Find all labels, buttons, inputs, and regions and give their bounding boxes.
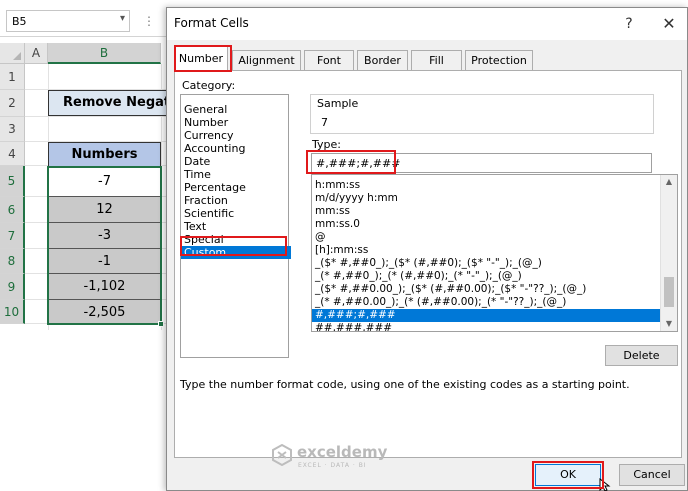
row-header-2[interactable]: 2 <box>0 90 25 117</box>
delete-button[interactable]: Delete <box>605 345 678 366</box>
mouse-cursor-icon <box>599 478 611 491</box>
category-item[interactable]: Number <box>181 116 291 129</box>
more-options-icon[interactable]: ⋮ <box>143 14 156 28</box>
category-item[interactable]: General <box>181 103 291 116</box>
category-item[interactable]: Special <box>181 233 291 246</box>
format-code-item[interactable]: h:mm:ss <box>312 179 663 192</box>
number-cell[interactable]: -3 <box>48 223 161 249</box>
row-header-5[interactable]: 5 <box>0 166 25 197</box>
category-label: Category: <box>182 79 236 92</box>
format-code-list[interactable]: h:mm:ss m/d/yyyy h:mm mm:ss mm:ss.0 @ [h]:mm:… <box>311 174 678 332</box>
category-item[interactable]: Date <box>181 155 291 168</box>
number-cell[interactable]: -1,102 <box>48 274 161 300</box>
watermark-tagline: EXCEL · DATA · BI <box>298 462 367 469</box>
format-code-item[interactable]: _(* #,##0.00_);_(* (#,##0.00);_(* "-"??_… <box>312 296 663 309</box>
tab-font[interactable]: Font <box>304 50 354 70</box>
fill-handle[interactable] <box>158 321 164 327</box>
tab-border[interactable]: Border <box>357 50 408 70</box>
type-input[interactable] <box>311 153 652 173</box>
row-header-1[interactable]: 1 <box>0 64 25 90</box>
tab-protection[interactable]: Protection <box>465 50 533 70</box>
type-label: Type: <box>312 138 341 151</box>
sample-value: 7 <box>321 116 328 129</box>
number-cell[interactable]: -7 <box>48 167 161 197</box>
format-list-scrollbar[interactable]: ▲ ▼ <box>660 175 677 331</box>
format-cells-dialog: Format Cells ? ✕ Number Alignment Font B… <box>166 7 688 491</box>
row-header-4[interactable]: 4 <box>0 142 25 166</box>
tab-fill[interactable]: Fill <box>411 50 462 70</box>
title-cell[interactable]: Remove Negative Sign <box>48 90 166 116</box>
category-item[interactable]: Fraction <box>181 194 291 207</box>
row-header-7[interactable]: 7 <box>0 223 25 249</box>
category-list[interactable]: General Number Currency Accounting Date Time P… <box>180 94 291 358</box>
row-header-6[interactable]: 6 <box>0 197 25 223</box>
format-code-item[interactable]: mm:ss <box>312 205 663 218</box>
format-code-item[interactable]: _($* #,##0_);_($* (#,##0);_($* "-"_);_(@… <box>312 257 663 270</box>
format-code-item[interactable]: #,###;#,### <box>312 309 663 322</box>
sample-label: Sample <box>317 97 359 110</box>
ok-button[interactable]: OK <box>535 464 601 486</box>
category-item[interactable]: Percentage <box>181 181 291 194</box>
chevron-down-icon[interactable]: ▾ <box>120 13 125 24</box>
select-all-triangle-icon <box>13 52 21 60</box>
tab-alignment[interactable]: Alignment <box>232 50 301 70</box>
column-header-a[interactable]: A <box>25 43 48 64</box>
help-text: Type the number format code, using one o… <box>180 378 630 391</box>
numbers-header-cell[interactable]: Numbers <box>48 142 161 167</box>
formula-bar-divider <box>0 36 166 37</box>
category-item[interactable]: Time <box>181 168 291 181</box>
category-item[interactable]: Accounting <box>181 142 291 155</box>
row-header-3[interactable]: 3 <box>0 117 25 142</box>
category-item[interactable]: Text <box>181 220 291 233</box>
cancel-button[interactable]: Cancel <box>619 464 685 486</box>
format-code-item[interactable]: _($* #,##0.00_);_($* (#,##0.00);_($* "-"… <box>312 283 663 296</box>
close-button[interactable]: ✕ <box>656 12 682 36</box>
number-cell[interactable]: 12 <box>48 197 161 223</box>
name-box-value: B5 <box>12 15 27 28</box>
category-item[interactable]: Currency <box>181 129 291 142</box>
scrollbar-thumb[interactable] <box>664 277 674 307</box>
format-code-item[interactable]: mm:ss.0 <box>312 218 663 231</box>
tab-number[interactable]: Number <box>174 46 228 71</box>
row-header-8[interactable]: 8 <box>0 249 25 274</box>
column-header-b[interactable]: B <box>48 43 161 64</box>
dialog-titlebar[interactable]: Format Cells ? ✕ <box>167 8 687 40</box>
dialog-title: Format Cells <box>174 16 249 30</box>
category-item[interactable]: Scientific <box>181 207 291 220</box>
row-header-9[interactable]: 9 <box>0 274 25 300</box>
scroll-down-icon[interactable]: ▼ <box>661 317 677 331</box>
name-box[interactable]: B5 ▾ <box>6 10 130 32</box>
format-code-item[interactable]: m/d/yyyy h:mm <box>312 192 663 205</box>
watermark-name: exceldemy <box>297 443 388 461</box>
number-cell[interactable]: -2,505 <box>48 300 161 325</box>
format-code-item[interactable]: _(* #,##0_);_(* (#,##0);_(* "-"_);_(@_) <box>312 270 663 283</box>
category-item[interactable]: Custom <box>181 246 291 259</box>
select-all-corner[interactable] <box>0 43 25 64</box>
number-cell[interactable]: -1 <box>48 249 161 274</box>
scroll-up-icon[interactable]: ▲ <box>661 175 677 189</box>
gridline <box>25 116 166 117</box>
format-code-item[interactable]: [h]:mm:ss <box>312 244 663 257</box>
format-code-item[interactable]: @ <box>312 231 663 244</box>
exceldemy-logo-icon <box>272 444 292 466</box>
sample-box: Sample 7 <box>310 94 654 134</box>
row-header-10[interactable]: 10 <box>0 300 25 324</box>
format-code-item[interactable]: ##,###,### <box>312 322 663 331</box>
help-button[interactable]: ? <box>616 12 642 36</box>
